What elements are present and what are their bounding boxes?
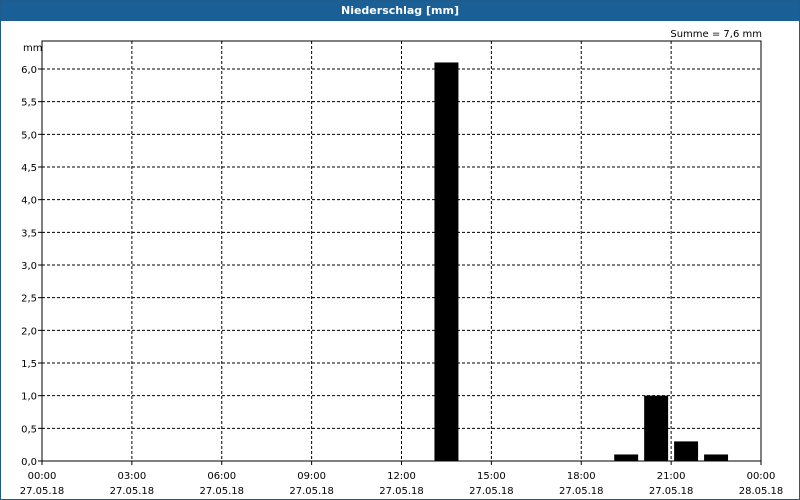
y-tick-label: 2,0 [21, 326, 37, 337]
x-tick-label-time: 06:00 [207, 471, 236, 482]
y-tick-label: 2,5 [21, 294, 37, 305]
y-tick-label: 0,5 [21, 424, 37, 435]
y-tick-label: 3,5 [21, 228, 37, 239]
x-tick-label-time: 09:00 [297, 471, 326, 482]
x-tick-label-time: 18:00 [567, 471, 596, 482]
x-tick-label-time: 00:00 [28, 471, 57, 482]
precipitation-bar [644, 395, 669, 461]
x-tick-label-date: 27.05.18 [379, 486, 424, 497]
precipitation-bar [674, 441, 699, 461]
y-tick-label: 3,0 [21, 261, 37, 272]
x-tick-label-date: 27.05.18 [559, 486, 604, 497]
x-tick-label-date: 27.05.18 [469, 486, 514, 497]
y-tick-label: 0,0 [21, 457, 37, 468]
x-tick-label-date: 27.05.18 [649, 486, 694, 497]
x-tick-label-time: 03:00 [117, 471, 146, 482]
sum-annotation: Summe = 7,6 mm [670, 29, 762, 40]
y-tick-label: 1,0 [21, 392, 37, 403]
x-tick-label-time: 21:00 [657, 471, 686, 482]
y-tick-label: 1,5 [21, 359, 37, 370]
precipitation-bar [434, 62, 459, 461]
y-tick-label: 4,0 [21, 196, 37, 207]
x-tick-label-time: 12:00 [387, 471, 416, 482]
y-tick-label: 5,0 [21, 130, 37, 141]
precipitation-bar [704, 454, 729, 461]
y-axis-label: mm [23, 43, 42, 54]
x-tick-label-time: 00:00 [747, 471, 776, 482]
x-tick-label-date: 27.05.18 [110, 486, 155, 497]
precipitation-chart: 0,0 0,5 1,0 1,5 2,0 2,5 3,0 3,5 4,0 4,5 5,0 5,5 6,0 0… [20, 29, 784, 497]
y-tick-label: 5,5 [21, 98, 37, 109]
x-tick-label-date: 27.05.18 [20, 486, 65, 497]
x-tick-label-date: 27.05.18 [289, 486, 334, 497]
y-tick-label: 6,0 [21, 65, 37, 76]
x-tick-label-time: 15:00 [477, 471, 506, 482]
precipitation-bar [614, 454, 639, 461]
x-tick-label-date: 27.05.18 [199, 486, 244, 497]
y-tick-label: 4,5 [21, 163, 37, 174]
x-tick-label-date: 28.05.18 [739, 486, 784, 497]
chart-window: Niederschlag [mm] 0,0 0,5 1,0 1,5 2,0 2,5 3,0 3… [0, 0, 800, 500]
